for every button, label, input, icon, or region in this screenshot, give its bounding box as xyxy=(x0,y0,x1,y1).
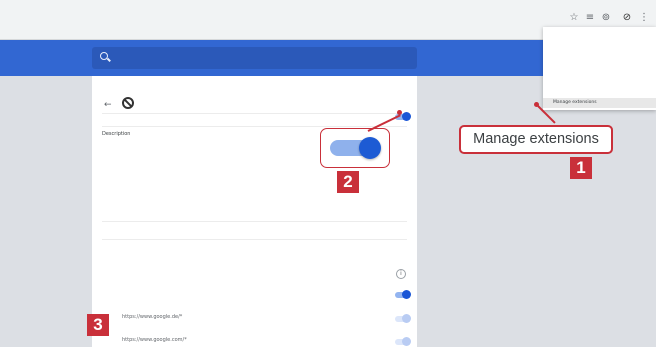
manage-extensions-callout: Manage extensions xyxy=(459,125,613,154)
back-arrow-icon[interactable]: ← xyxy=(104,100,112,110)
site-entry: https://www.google.de/* xyxy=(122,314,183,320)
divider xyxy=(102,239,407,240)
account-icon[interactable]: ⊚ xyxy=(599,11,613,25)
extension-details-panel: ← Description i https://www.google.de/* … xyxy=(92,76,417,347)
leader-dot xyxy=(397,110,402,115)
divider xyxy=(102,126,407,127)
site-toggle[interactable] xyxy=(395,314,411,323)
auto-allow-toggle[interactable] xyxy=(395,290,411,299)
site-toggle[interactable] xyxy=(395,337,411,346)
star-icon[interactable]: ☆ xyxy=(567,11,581,25)
info-icon[interactable]: i xyxy=(396,269,406,279)
search-extensions-input[interactable] xyxy=(92,47,417,69)
more-menu-icon[interactable]: ⋮ xyxy=(637,11,651,25)
extension-icon[interactable]: ≡ xyxy=(583,11,597,25)
menu-item-manage-extensions[interactable]: Manage extensions xyxy=(553,100,597,105)
badge-1: 1 xyxy=(570,157,592,179)
description-heading: Description xyxy=(102,131,131,137)
ublock-toolbar-icon[interactable]: ⊘ xyxy=(620,11,634,25)
divider xyxy=(102,113,407,114)
site-entry: https://www.google.com/* xyxy=(122,337,187,343)
divider xyxy=(102,221,407,222)
search-icon xyxy=(100,52,108,60)
enable-toggle[interactable] xyxy=(330,137,381,159)
extension-context-menu: Manage extensions xyxy=(543,27,656,110)
enable-toggle-zoom xyxy=(320,128,390,168)
leader-dot xyxy=(534,102,539,107)
badge-3: 3 xyxy=(87,314,109,336)
toggle-knob xyxy=(359,137,381,159)
badge-2: 2 xyxy=(337,171,359,193)
ublock-logo-icon xyxy=(122,97,134,109)
callout-label: Manage extensions xyxy=(473,131,599,147)
